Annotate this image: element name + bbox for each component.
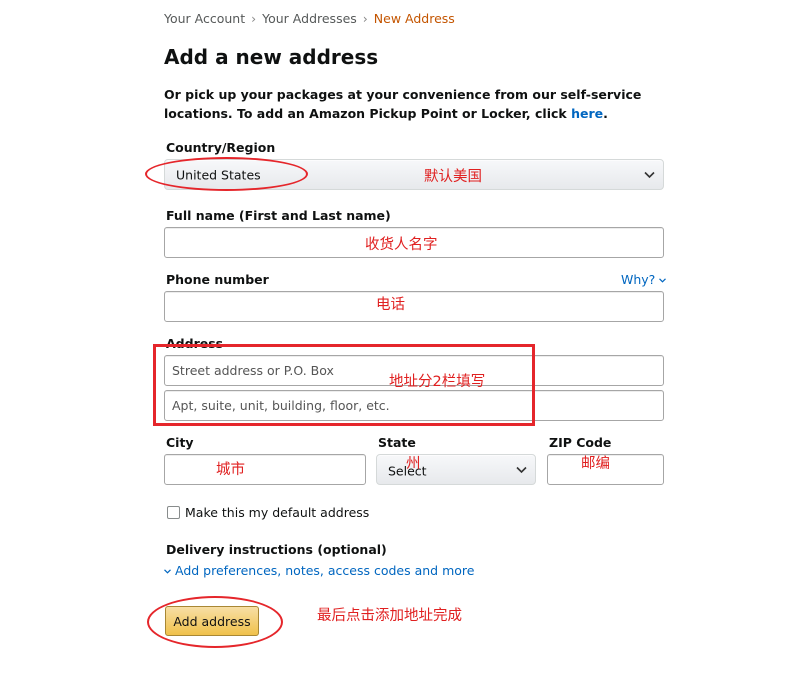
breadcrumb-current: New Address <box>373 11 455 26</box>
annotation-zip-note: 邮编 <box>581 456 610 472</box>
chevron-down-icon <box>644 171 655 178</box>
state-select[interactable]: Select <box>376 454 536 485</box>
phone-input[interactable] <box>164 291 664 322</box>
breadcrumb-separator: › <box>362 11 368 26</box>
intro-text: Or pick up your packages at your conveni… <box>164 85 664 123</box>
annotation-submit-note: 最后点击添加地址完成 <box>317 608 462 624</box>
phone-why-text: Why? <box>621 272 656 287</box>
chevron-down-icon <box>659 278 667 283</box>
intro-body: Or pick up your packages at your conveni… <box>164 87 642 121</box>
phone-why-link[interactable]: Why? <box>621 272 667 287</box>
intro-end: . <box>603 106 608 121</box>
state-label: State <box>378 435 416 450</box>
chevron-down-icon <box>164 569 171 574</box>
breadcrumb-your-account[interactable]: Your Account <box>164 11 245 26</box>
annotation-country-ellipse <box>145 157 308 191</box>
annotation-phone-note: 电话 <box>376 297 405 313</box>
annotation-city-note: 城市 <box>216 462 245 478</box>
city-label: City <box>166 435 194 450</box>
breadcrumb: Your Account › Your Addresses › New Address <box>164 11 455 26</box>
delivery-preferences-text: Add preferences, notes, access codes and… <box>175 563 475 578</box>
default-address-checkbox[interactable] <box>167 506 180 519</box>
delivery-preferences-link[interactable]: Add preferences, notes, access codes and… <box>164 563 474 578</box>
zip-label: ZIP Code <box>549 435 612 450</box>
breadcrumb-your-addresses[interactable]: Your Addresses <box>262 11 357 26</box>
country-label: Country/Region <box>166 140 276 155</box>
page-title: Add a new address <box>164 45 379 69</box>
chevron-down-icon <box>516 466 527 473</box>
annotation-address-note: 地址分2栏填写 <box>389 374 486 390</box>
pickup-here-link[interactable]: here <box>571 106 603 121</box>
annotation-submit-ellipse <box>147 596 283 648</box>
annotation-name-note: 收货人名字 <box>365 237 438 253</box>
city-input[interactable] <box>164 454 366 485</box>
annotation-country-note: 默认美国 <box>424 169 482 185</box>
breadcrumb-separator: › <box>251 11 257 26</box>
delivery-instructions-label: Delivery instructions (optional) <box>166 542 387 557</box>
full-name-label: Full name (First and Last name) <box>166 208 391 223</box>
default-address-label: Make this my default address <box>185 505 370 520</box>
phone-label: Phone number <box>166 272 269 287</box>
annotation-state-note: 州 <box>406 456 421 472</box>
